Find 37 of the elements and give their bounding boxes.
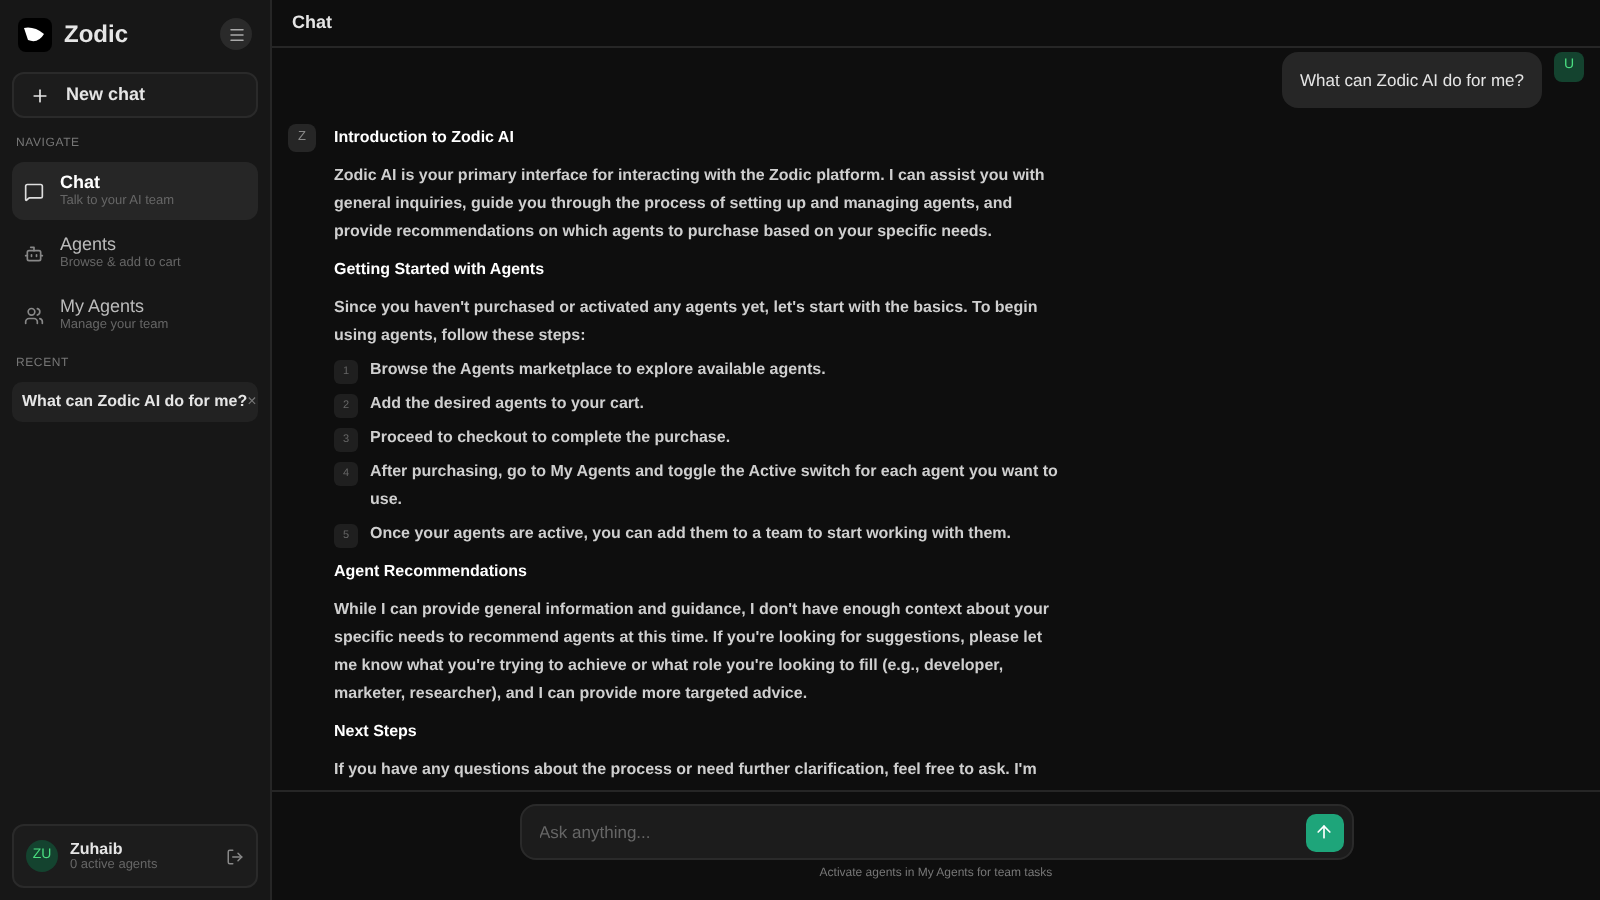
- nav-icon: [24, 305, 44, 325]
- arrow-up-icon: [1314, 822, 1334, 842]
- nav-title: Agents: [60, 235, 119, 256]
- new-chat-button[interactable]: New chat: [12, 72, 258, 118]
- message-paragraph: If you have any questions about the process or need further clarification, feel free to ask. I'm: [334, 758, 1039, 782]
- input-text[interactable]: Ask anything...: [539, 819, 1305, 845]
- message-paragraph: While I can provide general information and guidance, I don't have enough context about your specific needs to recommend agents at this time. If you're looking for suggestions, please let me know what you're trying to achieve or what role you're looking to fill (e.g., developer, marketer, researcher), and I can provide more targeted advice.: [334, 598, 1051, 706]
- recent-chat-title: What can Zodic AI do for me?: [22, 390, 248, 414]
- message-paragraph: Zodic AI is your primary interface for interacting with the Zodic platform. I can assist you with general inquiries, guide you through the process of setting up and managing agents, and provide recommendations on which agents to purchase based on your specific needs.: [334, 164, 1047, 244]
- send-button[interactable]: [1305, 813, 1343, 851]
- brand-name: Zodic: [64, 18, 128, 52]
- nav-title: My Agents: [60, 297, 147, 318]
- message-paragraph: Since you haven't purchased or activated any agents yet, let's start with the basics. To begin using agents, follow these steps:: [334, 296, 1040, 348]
- user-name: Zuhaib: [70, 839, 125, 858]
- recent-chat-item[interactable]: What can Zodic AI do for me?×: [12, 382, 258, 422]
- page-title: Chat: [292, 9, 332, 36]
- nav-icon: [24, 181, 44, 201]
- menu-button[interactable]: [220, 18, 252, 50]
- logout-button[interactable]: [226, 847, 244, 865]
- plus-icon: [30, 85, 50, 105]
- section-heading: Next Steps: [334, 720, 419, 744]
- message-input[interactable]: Ask anything...: [519, 804, 1353, 860]
- section-heading: Agent Recommendations: [334, 560, 529, 584]
- step-text: Once your agents are active, you can add them to a team to start working with them.: [370, 522, 1012, 546]
- close-button[interactable]: ×: [247, 390, 257, 414]
- menu-icon: [227, 25, 245, 43]
- section-heading: Introduction to Zodic AI: [334, 126, 516, 150]
- section-heading: Getting Started with Agents: [334, 258, 547, 282]
- step-text: After purchasing, go to My Agents and toggle the Active switch for each agent you want to use.: [370, 460, 1060, 512]
- logout-icon: [226, 847, 244, 865]
- logo-icon: [18, 17, 52, 51]
- step-text: Add the desired agents to your cart.: [370, 392, 644, 416]
- step-text: Browse the Agents marketplace to explore available agents.: [370, 358, 826, 382]
- user-message: What can Zodic AI do for me?: [1282, 52, 1542, 108]
- nav-icon: [24, 243, 44, 263]
- step-text: Proceed to checkout to complete the purchase.: [370, 426, 731, 450]
- nav-title: Chat: [60, 173, 102, 194]
